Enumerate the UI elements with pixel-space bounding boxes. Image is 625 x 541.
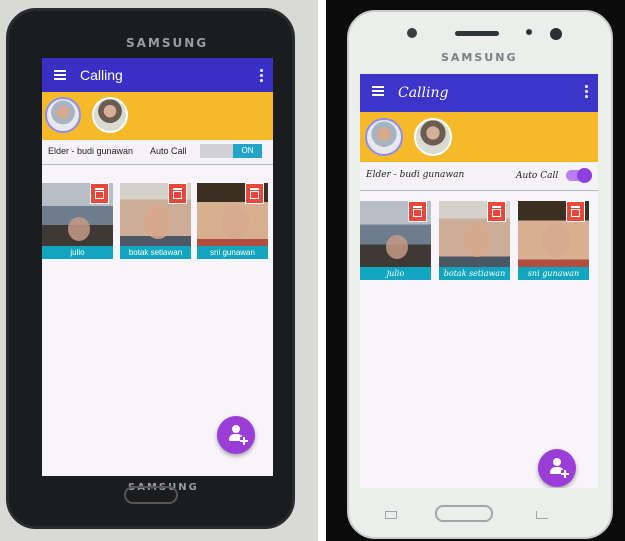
- app-title: Calling: [80, 67, 123, 83]
- right-back-key[interactable]: [536, 511, 548, 519]
- favorites-banner: [360, 112, 598, 162]
- contact-name: sni gunawan: [197, 246, 268, 259]
- delete-contact-button[interactable]: [487, 201, 506, 222]
- switch-knob: [577, 168, 592, 183]
- contact-name: botak setiawan: [439, 267, 510, 280]
- favorites-banner: [42, 92, 273, 140]
- menu-icon[interactable]: [372, 86, 384, 96]
- contact-card[interactable]: sni gunawan: [518, 201, 589, 280]
- elder-status: Elder - budi gunawan: [366, 170, 465, 180]
- add-contact-button[interactable]: [217, 416, 255, 454]
- contact-photo: [463, 223, 491, 257]
- delete-contact-button[interactable]: [90, 183, 109, 204]
- add-contact-button[interactable]: [538, 449, 576, 487]
- delete-contact-button[interactable]: [566, 201, 585, 222]
- auto-call-label: Auto Call: [150, 146, 187, 156]
- contact-name: julio: [42, 246, 113, 259]
- toggle-on-label: ON: [233, 144, 262, 158]
- contact-card[interactable]: julio: [42, 183, 113, 259]
- left-home-button[interactable]: [124, 486, 178, 504]
- contact-photo: [144, 205, 172, 239]
- trash-icon: [95, 188, 104, 199]
- trash-icon: [250, 188, 259, 199]
- trash-icon: [413, 206, 422, 217]
- menu-icon[interactable]: [54, 70, 66, 80]
- contact-photo: [386, 235, 408, 259]
- add-contact-icon: [549, 458, 569, 478]
- left-phone-brand: SAMSUNG: [126, 36, 209, 50]
- delete-contact-button[interactable]: [245, 183, 264, 204]
- contact-name: sni gunawan: [518, 267, 589, 280]
- right-front-camera-2: [550, 28, 562, 40]
- left-app-bar: Calling: [42, 58, 273, 92]
- trash-icon: [571, 206, 580, 217]
- left-app-screen: Calling Elder - budi gunawan Auto Call O…: [42, 58, 273, 476]
- delete-contact-button[interactable]: [408, 201, 427, 222]
- right-home-button[interactable]: [435, 505, 493, 522]
- contact-card[interactable]: botak setiawan: [439, 201, 510, 280]
- avatar[interactable]: [414, 118, 452, 156]
- auto-call-toggle[interactable]: ON: [200, 144, 262, 158]
- contact-card[interactable]: sni gunawan: [197, 183, 268, 259]
- add-contact-icon: [228, 425, 248, 445]
- right-app-screen: Calling Elder - budi gunawan Auto Call j…: [360, 74, 598, 488]
- right-speaker: [455, 31, 499, 36]
- trash-icon: [492, 206, 501, 217]
- right-sensor: [526, 29, 532, 35]
- auto-call-label: Auto Call: [516, 171, 559, 181]
- elder-status: Elder - budi gunawan: [48, 146, 134, 156]
- trash-icon: [173, 188, 182, 199]
- auto-call-row: Elder - budi gunawan Auto Call: [360, 162, 598, 191]
- more-vert-icon[interactable]: [260, 69, 263, 84]
- contact-name: botak setiawan: [120, 246, 191, 259]
- more-vert-icon[interactable]: [585, 85, 588, 100]
- contact-card[interactable]: botak setiawan: [120, 183, 191, 259]
- right-app-bar: Calling: [360, 74, 598, 112]
- auto-call-switch[interactable]: [566, 168, 592, 183]
- contact-card[interactable]: julio: [360, 201, 431, 280]
- contact-photo: [542, 223, 570, 257]
- avatar[interactable]: [92, 97, 128, 133]
- delete-contact-button[interactable]: [168, 183, 187, 204]
- auto-call-row: Elder - budi gunawan Auto Call ON: [42, 140, 273, 165]
- contact-photo: [221, 205, 249, 239]
- avatar[interactable]: [365, 118, 403, 156]
- right-phone-brand: SAMSUNG: [441, 51, 518, 64]
- app-title: Calling: [398, 85, 449, 101]
- avatar[interactable]: [45, 97, 81, 133]
- contact-name: julio: [360, 267, 431, 280]
- right-recent-apps-key[interactable]: [385, 511, 397, 519]
- right-front-camera: [407, 28, 417, 38]
- contact-photo: [68, 217, 90, 241]
